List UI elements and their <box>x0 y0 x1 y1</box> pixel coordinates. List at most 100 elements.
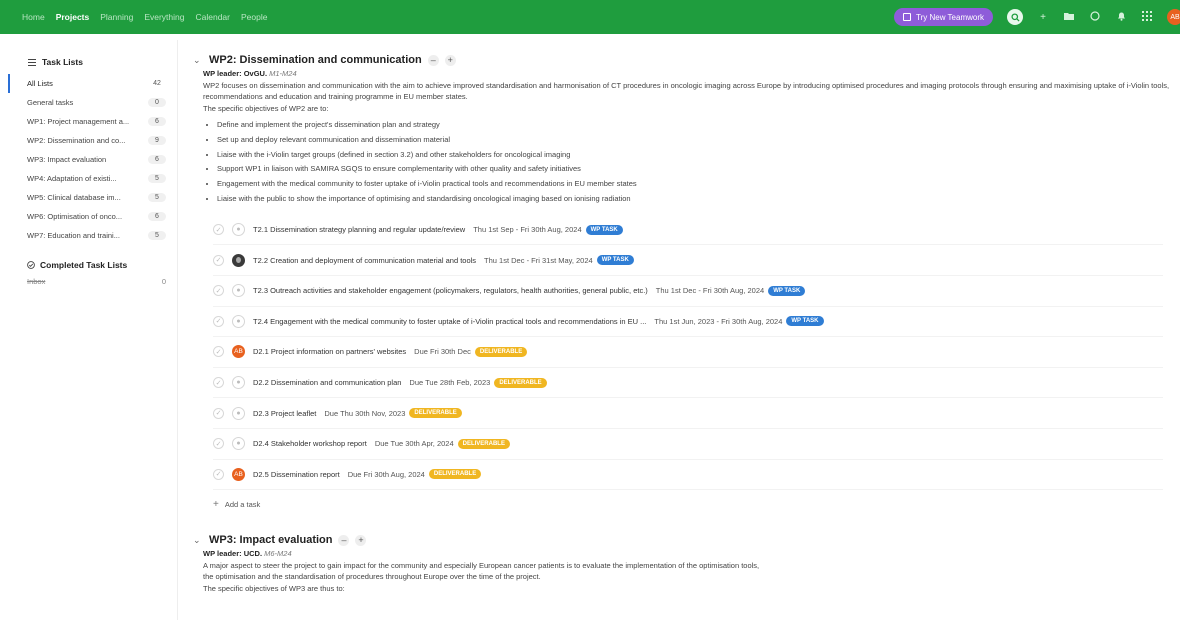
timer-icon[interactable] <box>1089 10 1101 24</box>
collapse-button[interactable]: – <box>427 54 439 66</box>
task-row[interactable]: ✓ T2.2 Creation and deployment of commun… <box>213 245 1163 276</box>
task-tag[interactable]: DELIVERABLE <box>474 346 528 357</box>
task-date[interactable]: Due Thu 30th Nov, 2023 <box>324 409 405 418</box>
task-date[interactable]: Thu 1st Dec - Fri 30th Aug, 2024 <box>656 286 764 295</box>
nav-planning[interactable]: Planning <box>100 12 133 22</box>
task-row[interactable]: ✓ ● D2.2 Dissemination and communication… <box>213 368 1163 399</box>
task-name[interactable]: D2.5 Dissemination report <box>253 470 340 479</box>
task-name[interactable]: D2.2 Dissemination and communication pla… <box>253 378 401 387</box>
sidebar-item-wp7[interactable]: WP7: Education and traini... 5 <box>8 226 172 245</box>
task-tag[interactable]: DELIVERABLE <box>428 469 482 480</box>
sidebar-item-wp4[interactable]: WP4: Adaptation of existi... 5 <box>8 169 172 188</box>
complete-checkbox[interactable]: ✓ <box>213 224 224 236</box>
task-row[interactable]: ✓ ● D2.3 Project leaflet Due Thu 30th No… <box>213 398 1163 429</box>
task-row[interactable]: ✓ ● T2.1 Dissemination strategy planning… <box>213 215 1163 246</box>
chevron-down-icon[interactable]: ⌄ <box>193 535 203 546</box>
folder-icon[interactable] <box>1063 12 1075 23</box>
wp3-title[interactable]: WP3: Impact evaluation <box>209 534 332 546</box>
unassigned-user-icon[interactable]: ● <box>232 376 245 390</box>
add-button[interactable]: + <box>355 534 367 546</box>
sidebar-item-label: WP5: Clinical database im... <box>27 193 121 202</box>
task-name[interactable]: T2.3 Outreach activities and stakeholder… <box>253 286 648 295</box>
sidebar-item-wp3[interactable]: WP3: Impact evaluation 6 <box>8 150 172 169</box>
add-button[interactable]: + <box>444 54 456 66</box>
task-row[interactable]: ✓ AB D2.1 Project information on partner… <box>213 337 1163 368</box>
complete-checkbox[interactable]: ✓ <box>213 285 224 297</box>
sidebar-item-inbox[interactable]: Inbox 0 <box>8 273 172 289</box>
sidebar-item-general-tasks[interactable]: General tasks 0 <box>8 93 172 112</box>
complete-checkbox[interactable]: ✓ <box>213 346 224 358</box>
list-icon <box>28 58 36 66</box>
task-date[interactable]: Thu 1st Sep - Fri 30th Aug, 2024 <box>473 225 581 234</box>
plus-icon[interactable]: + <box>1037 12 1049 23</box>
search-icon[interactable] <box>1007 9 1023 25</box>
task-name[interactable]: D2.1 Project information on partners' we… <box>253 347 406 356</box>
complete-checkbox[interactable]: ✓ <box>213 315 224 327</box>
objective-item: Support WP1 in liaison with SAMIRA SGQS … <box>217 162 1173 177</box>
complete-checkbox[interactable]: ✓ <box>213 468 224 480</box>
nav-everything[interactable]: Everything <box>144 12 184 22</box>
nav-calendar[interactable]: Calendar <box>196 12 231 22</box>
sidebar-item-wp5[interactable]: WP5: Clinical database im... 5 <box>8 188 172 207</box>
task-date[interactable]: Due Tue 28th Feb, 2023 <box>409 378 490 387</box>
objective-item: Liaise with the i-Violin target groups (… <box>217 148 1173 163</box>
sidebar-item-wp1[interactable]: WP1: Project management a... 6 <box>8 112 172 131</box>
task-row[interactable]: ✓ ● T2.3 Outreach activities and stakeho… <box>213 276 1163 307</box>
user-avatar[interactable]: AB <box>1167 9 1180 25</box>
nav-people[interactable]: People <box>241 12 267 22</box>
add-task-button[interactable]: + Add a task <box>213 490 1173 518</box>
unassigned-user-icon[interactable]: ● <box>232 437 245 451</box>
complete-checkbox[interactable]: ✓ <box>213 407 224 419</box>
task-date[interactable]: Due Tue 30th Apr, 2024 <box>375 439 454 448</box>
sidebar-item-label: General tasks <box>27 98 74 107</box>
sidebar-item-wp6[interactable]: WP6: Optimisation of onco... 6 <box>8 207 172 226</box>
wp2-task-list: ✓ ● T2.1 Dissemination strategy planning… <box>193 215 1173 518</box>
task-tag[interactable]: WP TASK <box>786 316 824 327</box>
nav-home[interactable]: Home <box>22 12 45 22</box>
task-tag[interactable]: DELIVERABLE <box>494 377 547 388</box>
task-name[interactable]: T2.2 Creation and deployment of communic… <box>253 256 476 265</box>
task-date[interactable]: Due Fri 30th Aug, 2024 <box>348 470 425 479</box>
task-row[interactable]: ✓ ● T2.4 Engagement with the medical com… <box>213 307 1163 338</box>
task-name[interactable]: D2.3 Project leaflet <box>253 409 316 418</box>
try-new-teamwork-button[interactable]: Try New Teamwork <box>893 8 993 26</box>
complete-checkbox[interactable]: ✓ <box>213 438 224 450</box>
sidebar-item-all-lists[interactable]: All Lists 42 <box>8 74 172 93</box>
unassigned-user-icon[interactable]: ● <box>232 406 245 420</box>
task-lists-title: Task Lists <box>42 57 83 67</box>
user-photo-avatar[interactable] <box>232 253 245 267</box>
unassigned-user-icon[interactable]: ● <box>232 284 245 298</box>
sidebar-item-wp2[interactable]: WP2: Dissemination and co... 9 <box>8 131 172 150</box>
sidebar-item-count: 5 <box>148 231 166 240</box>
task-tag[interactable]: WP TASK <box>596 255 634 266</box>
task-date[interactable]: Thu 1st Jun, 2023 - Fri 30th Aug, 2024 <box>654 317 782 326</box>
nav-projects[interactable]: Projects <box>56 12 90 22</box>
wp-leader: WP leader: OvGU. <box>203 69 268 78</box>
task-row[interactable]: ✓ ● D2.4 Stakeholder workshop report Due… <box>213 429 1163 460</box>
collapse-button[interactable]: – <box>338 534 350 546</box>
task-date[interactable]: Due Fri 30th Dec <box>414 347 471 356</box>
sidebar-item-count: 9 <box>148 136 166 145</box>
sidebar-item-count: 0 <box>148 98 166 107</box>
user-avatar[interactable]: AB <box>232 345 245 359</box>
complete-checkbox[interactable]: ✓ <box>213 254 224 266</box>
chevron-down-icon[interactable]: ⌄ <box>193 55 203 66</box>
user-avatar[interactable]: AB <box>232 467 245 481</box>
task-name[interactable]: D2.4 Stakeholder workshop report <box>253 439 367 448</box>
unassigned-user-icon[interactable]: ● <box>232 314 245 328</box>
unassigned-user-icon[interactable]: ● <box>232 223 245 237</box>
task-date[interactable]: Thu 1st Dec - Fri 31st May, 2024 <box>484 256 593 265</box>
top-navigation-bar: Home Projects Planning Everything Calend… <box>0 0 1180 34</box>
task-tag[interactable]: WP TASK <box>585 224 623 235</box>
complete-checkbox[interactable]: ✓ <box>213 377 224 389</box>
bell-icon[interactable] <box>1115 11 1127 24</box>
completed-task-lists-header[interactable]: Completed Task Lists <box>8 257 172 273</box>
apps-grid-icon[interactable] <box>1141 10 1153 24</box>
task-row[interactable]: ✓ AB D2.5 Dissemination report Due Fri 3… <box>213 460 1163 491</box>
task-name[interactable]: T2.4 Engagement with the medical communi… <box>253 317 646 326</box>
task-name[interactable]: T2.1 Dissemination strategy planning and… <box>253 225 465 234</box>
task-tag[interactable]: DELIVERABLE <box>457 438 510 449</box>
wp2-title[interactable]: WP2: Dissemination and communication <box>209 54 422 66</box>
task-tag[interactable]: WP TASK <box>768 285 806 296</box>
task-tag[interactable]: DELIVERABLE <box>409 408 462 419</box>
